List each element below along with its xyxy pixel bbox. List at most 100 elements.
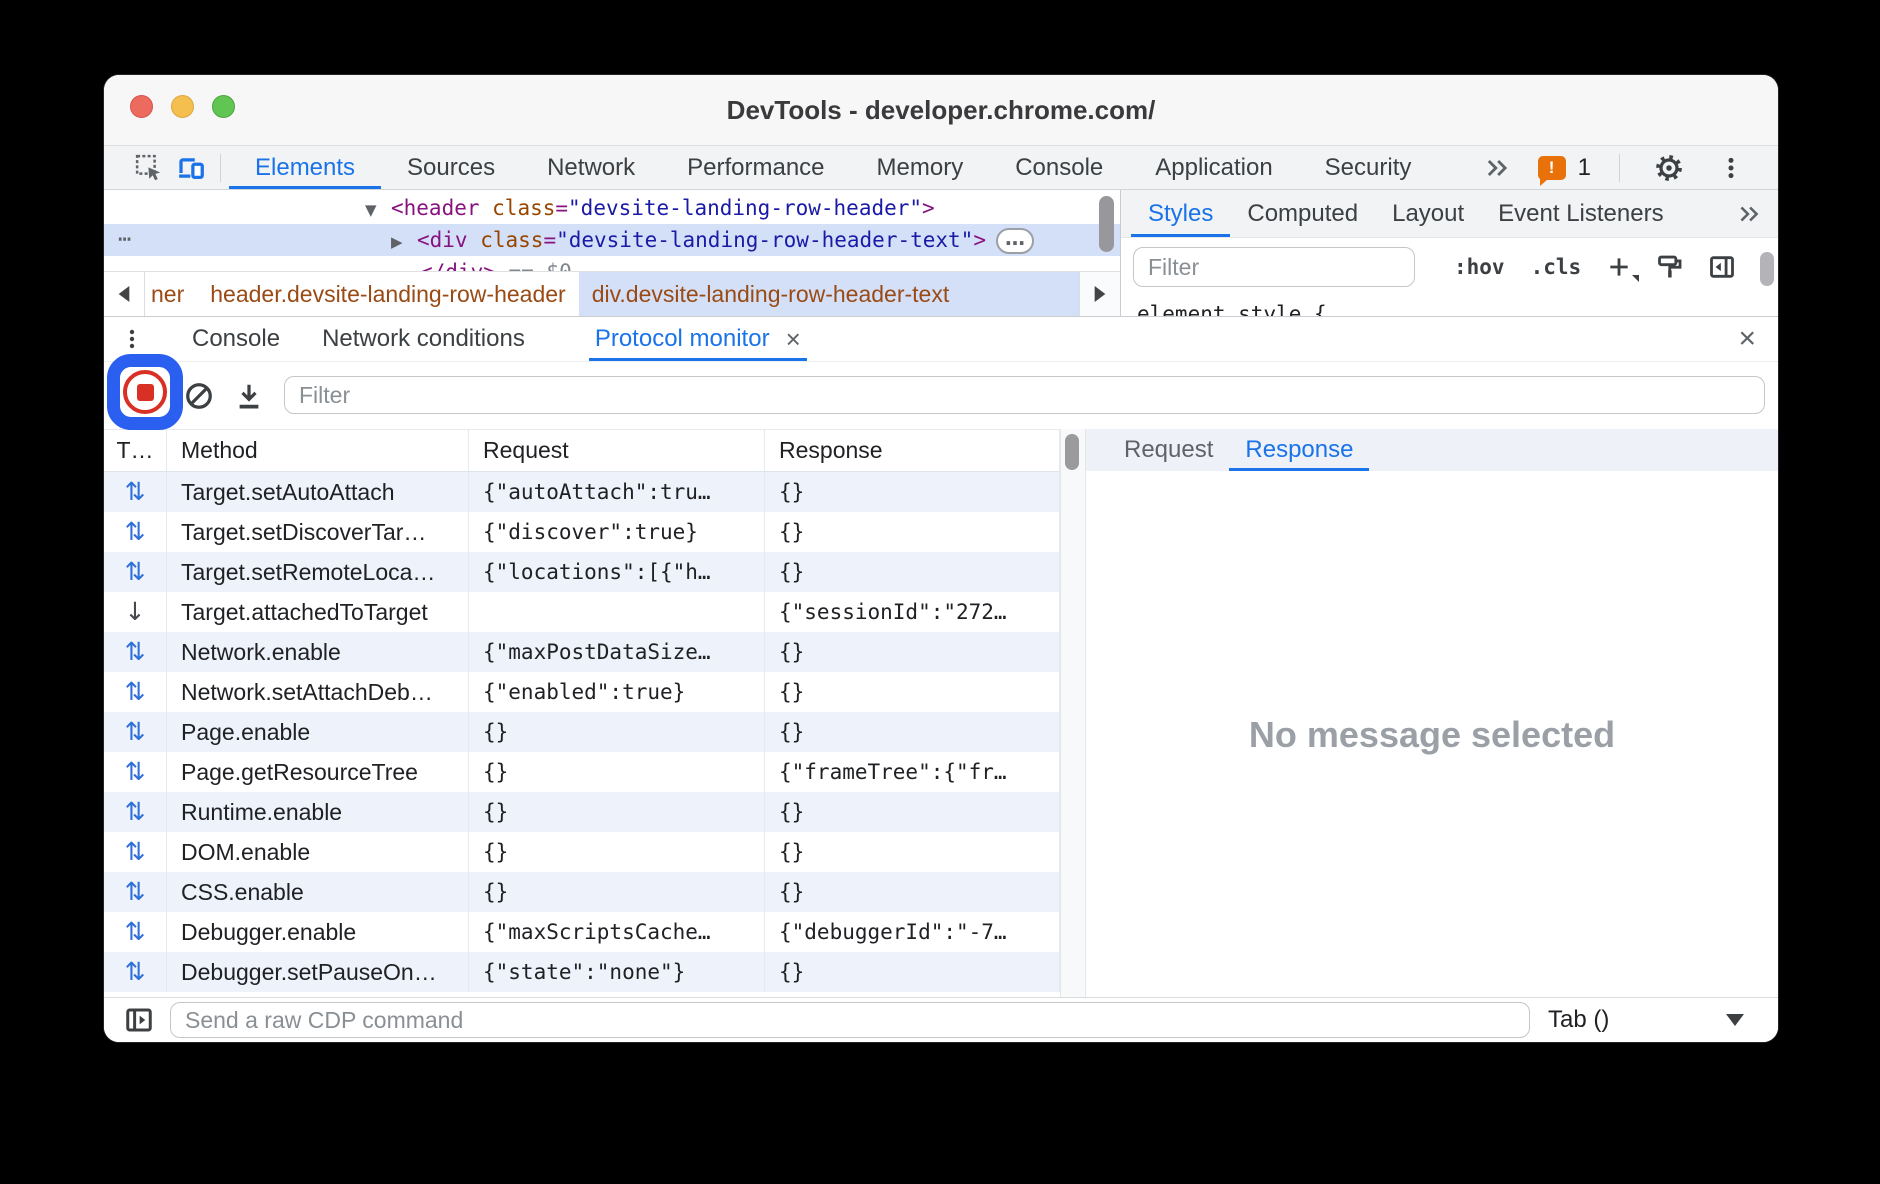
breadcrumb-item-clipped[interactable]: ner <box>145 272 197 316</box>
elements-panel: ▼<header class="devsite-landing-row-head… <box>104 190 1778 316</box>
issues-counter[interactable]: ! 1 <box>1538 154 1591 182</box>
direction-icon: ⇅ <box>125 717 146 746</box>
direction-icon: ⇅ <box>125 517 146 546</box>
protocol-filter-input[interactable] <box>284 376 1765 414</box>
table-rows: ⇅ Target.setAutoAttach {"autoAttach":tru… <box>104 472 1060 992</box>
command-bar: Tab () <box>104 997 1778 1042</box>
rendering-emulations-button[interactable] <box>1656 253 1684 281</box>
tab-layout[interactable]: Layout <box>1375 190 1481 237</box>
style-rule-clipped: element.style { <box>1137 302 1327 316</box>
table-row[interactable]: ↓ Target.attachedToTarget {"sessionId":"… <box>104 592 1060 632</box>
toolbar-divider <box>1619 154 1620 182</box>
toggle-command-editor-button[interactable] <box>122 1003 156 1037</box>
direction-icon: ⇅ <box>125 917 146 946</box>
table-scrollbar[interactable] <box>1060 429 1086 998</box>
table-row[interactable]: ⇅ Page.enable {} {} <box>104 712 1060 752</box>
breadcrumb-back-button[interactable] <box>104 272 145 316</box>
close-tab-icon[interactable]: × <box>786 326 801 352</box>
more-panels-button[interactable] <box>1476 150 1518 186</box>
toggle-sidebar-button[interactable] <box>1708 253 1736 281</box>
node-options-dots[interactable]: ⋯ <box>118 224 132 256</box>
chevron-double-right-icon <box>1736 201 1762 227</box>
table-row[interactable]: ⇅ Target.setRemoteLoca… {"locations":[{"… <box>104 552 1060 592</box>
gear-icon <box>1654 153 1684 183</box>
column-header-type[interactable]: T… <box>104 429 167 471</box>
column-header-method[interactable]: Method <box>167 429 469 471</box>
request-cell: {} <box>469 832 765 872</box>
tab-event-listeners[interactable]: Event Listeners <box>1481 190 1680 237</box>
tab-network[interactable]: Network <box>521 146 661 189</box>
tab-styles[interactable]: Styles <box>1131 190 1230 237</box>
table-row[interactable]: ⇅ Network.setAttachDeb… {"enabled":true}… <box>104 672 1060 712</box>
response-cell: {} <box>765 832 1060 872</box>
dom-scrollbar-thumb[interactable] <box>1099 196 1114 252</box>
response-cell: {} <box>765 712 1060 752</box>
element-class-toggle[interactable]: .cls <box>1531 255 1582 279</box>
method-cell: DOM.enable <box>167 832 469 872</box>
breadcrumb-forward-button[interactable] <box>1079 272 1120 316</box>
disclosure-expanded-icon[interactable]: ▼ <box>365 194 391 226</box>
target-selector[interactable]: Tab () <box>1548 1006 1609 1034</box>
panel-collapse-icon <box>1708 253 1736 281</box>
tab-elements[interactable]: Elements <box>229 146 381 189</box>
request-cell: {"discover":true} <box>469 512 765 552</box>
close-drawer-button[interactable]: × <box>1738 317 1756 361</box>
table-row[interactable]: ⇅ DOM.enable {} {} <box>104 832 1060 872</box>
record-button[interactable] <box>123 370 167 414</box>
direction-icon: ⇅ <box>125 957 146 986</box>
dropdown-arrow-icon[interactable] <box>1726 1014 1744 1026</box>
detail-tab-request[interactable]: Request <box>1108 429 1229 471</box>
table-scrollbar-thumb[interactable] <box>1065 434 1079 470</box>
response-cell: {} <box>765 632 1060 672</box>
dom-node-header[interactable]: ▼<header class="devsite-landing-row-head… <box>104 192 1120 224</box>
table-row[interactable]: ⇅ Target.setAutoAttach {"autoAttach":tru… <box>104 472 1060 512</box>
tab-console[interactable]: Console <box>989 146 1129 189</box>
styles-filter-input[interactable] <box>1133 247 1415 287</box>
save-button[interactable] <box>232 379 266 413</box>
cdp-command-input[interactable] <box>170 1002 1530 1038</box>
column-header-request[interactable]: Request <box>469 429 765 471</box>
pseudo-state-toggle[interactable]: :hov <box>1454 255 1505 279</box>
drawer: Console Network conditions Protocol moni… <box>104 316 1778 1042</box>
tab-application[interactable]: Application <box>1129 146 1298 189</box>
main-menu-button[interactable] <box>1710 150 1752 186</box>
response-cell: {"sessionId":"272… <box>765 592 1060 632</box>
drawer-tab-network-conditions[interactable]: Network conditions <box>316 317 531 361</box>
table-row[interactable]: ⇅ Debugger.enable {"maxScriptsCache… {"d… <box>104 912 1060 952</box>
tab-performance[interactable]: Performance <box>661 146 850 189</box>
breadcrumb-item-parent[interactable]: header.devsite-landing-row-header <box>197 272 578 316</box>
kebab-menu-icon <box>1718 155 1744 181</box>
drawer-tab-console[interactable]: Console <box>186 317 286 361</box>
settings-button[interactable] <box>1648 150 1690 186</box>
breadcrumb-item-selected[interactable]: div.devsite-landing-row-header-text <box>579 272 1079 316</box>
tab-memory[interactable]: Memory <box>851 146 990 189</box>
inspect-element-button[interactable] <box>128 150 170 186</box>
table-row[interactable]: ⇅ Network.enable {"maxPostDataSize… {} <box>104 632 1060 672</box>
new-style-rule-button[interactable] <box>1606 254 1632 280</box>
dom-node-selected[interactable]: ⋯ ▶<div class="devsite-landing-row-heade… <box>104 224 1120 256</box>
device-toolbar-toggle[interactable] <box>170 150 212 186</box>
response-cell: {} <box>765 872 1060 912</box>
detail-tab-response[interactable]: Response <box>1229 429 1369 471</box>
styles-scrollbar-thumb[interactable] <box>1760 252 1774 286</box>
tab-computed[interactable]: Computed <box>1230 190 1375 237</box>
drawer-tab-protocol-monitor[interactable]: Protocol monitor × <box>589 317 807 361</box>
table-row[interactable]: ⇅ Runtime.enable {} {} <box>104 792 1060 832</box>
more-attributes-pill[interactable]: … <box>996 228 1034 254</box>
table-row[interactable]: ⇅ Debugger.setPauseOn… {"state":"none"} … <box>104 952 1060 992</box>
table-row[interactable]: ⇅ Page.getResourceTree {} {"frameTree":{… <box>104 752 1060 792</box>
table-row[interactable]: ⇅ Target.setDiscoverTar… {"discover":tru… <box>104 512 1060 552</box>
clear-all-button[interactable] <box>182 379 216 413</box>
styles-tabs: Styles Computed Layout Event Listeners <box>1121 190 1778 238</box>
drawer-menu-button[interactable] <box>118 317 146 361</box>
method-cell: Target.setAutoAttach <box>167 472 469 512</box>
styles-toolbar: :hov .cls <box>1121 238 1778 296</box>
method-cell: Target.setRemoteLoca… <box>167 552 469 592</box>
column-header-response[interactable]: Response <box>765 429 1060 471</box>
more-sidebar-tabs-button[interactable] <box>1736 190 1762 237</box>
tab-sources[interactable]: Sources <box>381 146 521 189</box>
table-row[interactable]: ⇅ CSS.enable {} {} <box>104 872 1060 912</box>
disclosure-collapsed-icon[interactable]: ▶ <box>391 226 417 258</box>
tab-security[interactable]: Security <box>1299 146 1438 189</box>
response-cell: {} <box>765 552 1060 592</box>
